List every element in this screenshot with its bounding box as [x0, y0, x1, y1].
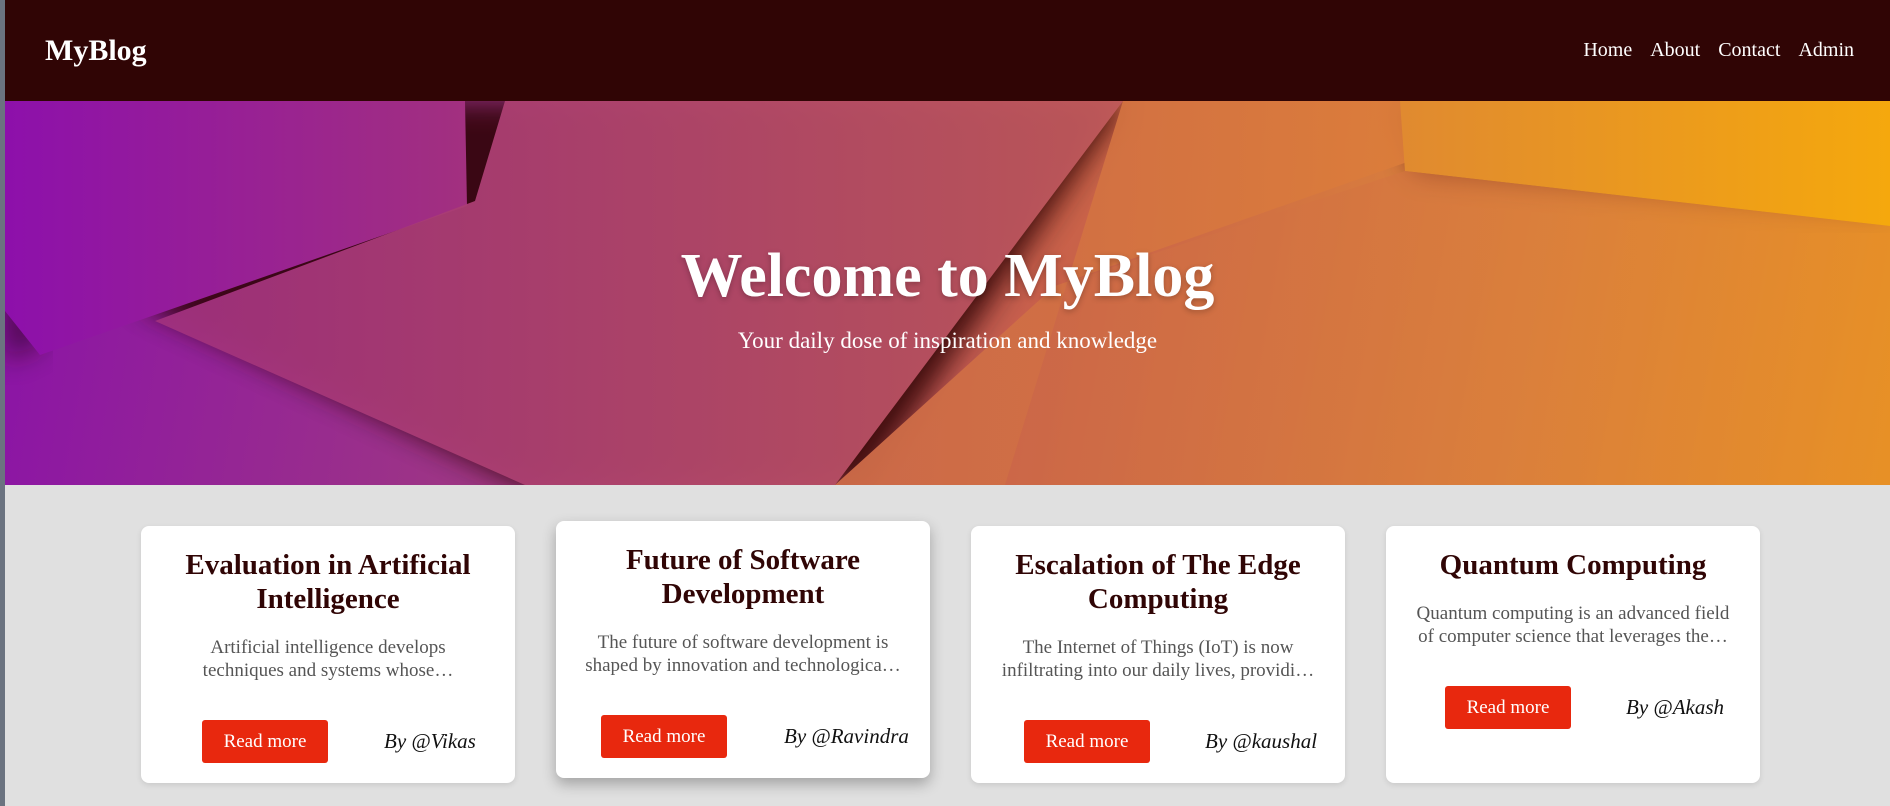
post-author: By @Vikas	[384, 729, 476, 753]
hero-text: Welcome to MyBlog Your daily dose of ins…	[5, 101, 1890, 485]
page: MyBlog Home About Contact Admin Welcome …	[5, 0, 1890, 806]
post-card: Future of Software Development The futur…	[556, 521, 930, 778]
nav-links: Home About Contact Admin	[1565, 39, 1854, 62]
post-card: Quantum Computing Quantum computing is a…	[1386, 526, 1760, 783]
post-excerpt: The Internet of Things (IoT) is now infi…	[1001, 637, 1315, 681]
post-title: Escalation of The Edge Computing	[1015, 549, 1301, 615]
read-more-button[interactable]: Read more	[601, 715, 727, 758]
post-card: Evaluation in Artificial Intelligence Ar…	[141, 526, 515, 783]
post-author: By @Ravindra	[784, 724, 909, 748]
navbar: MyBlog Home About Contact Admin	[5, 0, 1890, 101]
read-more-button[interactable]: Read more	[202, 720, 328, 763]
brand-logo[interactable]: MyBlog	[45, 34, 147, 68]
post-title: Quantum Computing	[1439, 549, 1707, 581]
nav-link-about[interactable]: About	[1650, 39, 1700, 62]
post-excerpt: Quantum computing is an advanced field o…	[1416, 603, 1730, 647]
post-author: By @kaushal	[1205, 729, 1318, 753]
hero-banner: Welcome to MyBlog Your daily dose of ins…	[5, 101, 1890, 485]
post-cards: Evaluation in Artificial Intelligence Ar…	[5, 485, 1890, 806]
nav-link-contact[interactable]: Contact	[1718, 39, 1780, 62]
read-more-button[interactable]: Read more	[1024, 720, 1150, 763]
post-title: Evaluation in Artificial Intelligence	[185, 549, 471, 615]
post-card: Escalation of The Edge Computing The Int…	[971, 526, 1345, 783]
nav-link-home[interactable]: Home	[1583, 39, 1632, 62]
nav-link-admin[interactable]: Admin	[1798, 39, 1854, 62]
read-more-button[interactable]: Read more	[1445, 686, 1571, 729]
post-excerpt: Artificial intelligence develops techniq…	[202, 637, 454, 681]
post-excerpt: The future of software development is sh…	[585, 632, 901, 676]
post-author: By @Akash	[1626, 695, 1725, 719]
post-title: Future of Software Development	[625, 544, 861, 610]
hero-title: Welcome to MyBlog	[680, 242, 1215, 310]
hero-subtitle: Your daily dose of inspiration and knowl…	[737, 328, 1158, 353]
